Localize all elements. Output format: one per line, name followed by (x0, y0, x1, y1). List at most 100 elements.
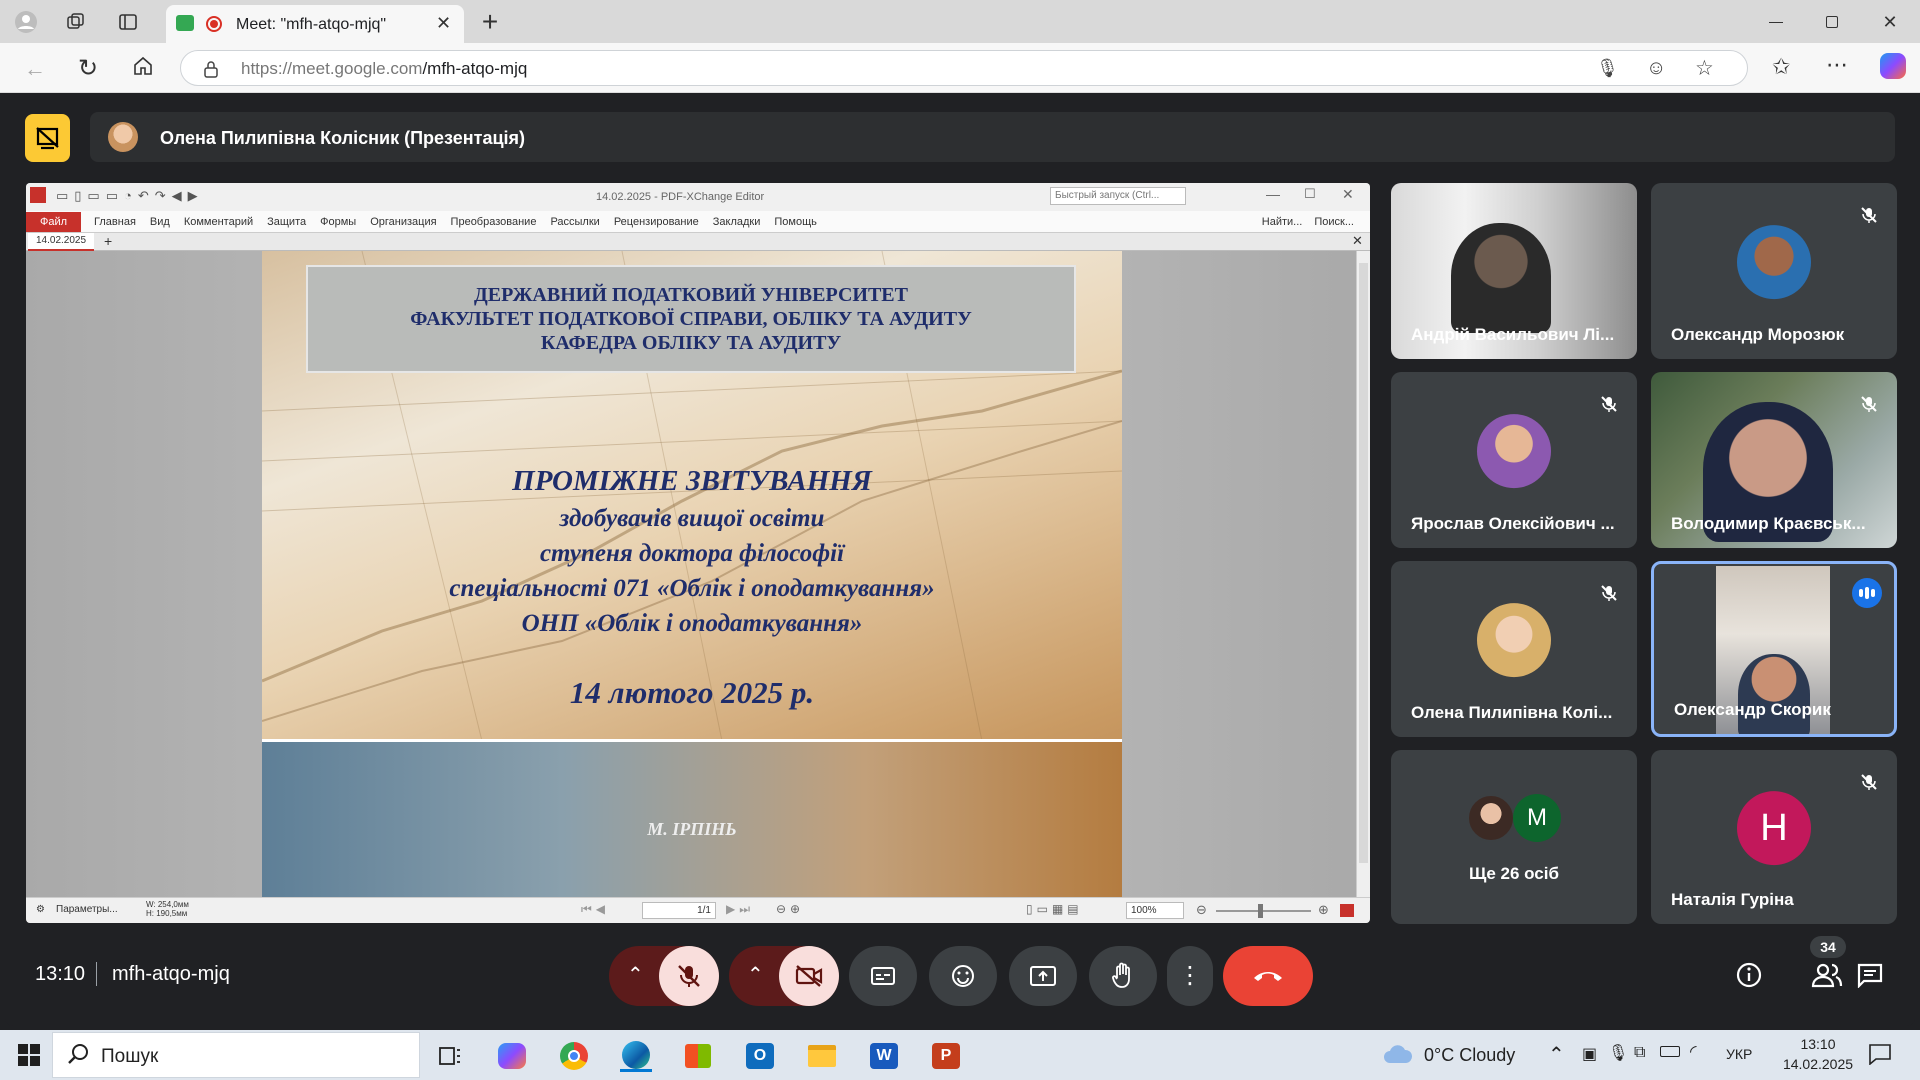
pdf-history-icon[interactable]: ⊖⊕ (776, 902, 804, 916)
pdf-new-tab-icon[interactable]: + (104, 233, 112, 249)
participant-tile[interactable]: Олена Пилипівна Колі... (1391, 561, 1637, 737)
pdf-menu-item[interactable]: Рассылки (543, 216, 606, 228)
task-view-icon[interactable] (434, 1040, 466, 1072)
windows-start-icon[interactable] (18, 1044, 40, 1071)
pdf-minimize-icon[interactable]: — (1266, 186, 1280, 202)
favorites-icon[interactable]: ✩ (1772, 54, 1790, 80)
outlook-icon[interactable]: O (744, 1040, 776, 1072)
pdf-quick-toolbar-icon[interactable]: ▭▯▭▭◔↶↷◀▶ (56, 188, 204, 204)
refresh-icon[interactable]: ↻ (78, 54, 98, 83)
file-explorer-icon[interactable] (806, 1040, 838, 1072)
input-language[interactable]: УКР (1726, 1046, 1752, 1062)
browser-tab-meet[interactable]: Meet: "mfh-atqo-mjq" ✕ (166, 5, 464, 43)
pdf-menu-item[interactable]: Закладки (706, 216, 768, 228)
pdf-params[interactable]: Параметры... (56, 904, 118, 915)
microphone-permission-icon[interactable]: 🎙 (1596, 58, 1619, 79)
pdf-menu-item[interactable]: Рецензирование (607, 216, 706, 228)
participant-tile[interactable]: Володимир Краєвськ... (1651, 372, 1897, 548)
minimize-icon[interactable] (1764, 10, 1788, 34)
camera-toggle-button[interactable] (779, 946, 839, 1006)
mic-toggle-button[interactable] (659, 946, 719, 1006)
url-bar[interactable]: https://meet.google.com/mfh-atqo-mjq 🎙 ☺… (180, 50, 1748, 86)
pdf-nav-next-last-icon[interactable]: ▶⏭ (726, 902, 754, 917)
pdf-menu-item[interactable]: Комментарий (177, 216, 260, 228)
back-icon[interactable]: ← (24, 56, 46, 82)
participant-tile[interactable]: Андрій Васильович Лі... (1391, 183, 1637, 359)
powerpoint-icon[interactable]: P (930, 1040, 962, 1072)
notification-icon[interactable] (1868, 1043, 1892, 1070)
word-icon[interactable]: W (868, 1040, 900, 1072)
store-icon[interactable] (682, 1040, 714, 1072)
more-menu-icon[interactable]: ⋯ (1826, 52, 1848, 78)
battery-icon[interactable] (1660, 1046, 1680, 1057)
vertical-tabs-icon[interactable] (116, 10, 140, 34)
pdf-zoom-thumb[interactable] (1258, 904, 1263, 918)
favorite-star-icon[interactable]: ☆ (1695, 56, 1714, 81)
pdf-menu-item[interactable]: Защита (260, 216, 313, 228)
pdf-search[interactable]: Поиск... (1308, 216, 1370, 228)
pdf-quick-launch[interactable]: Быстрый запуск (Ctrl... (1050, 187, 1186, 205)
pdf-menu-item[interactable]: Преобразование (444, 216, 544, 228)
camera-options-chevron-icon[interactable]: ⌃ (747, 962, 764, 987)
pdf-menu-item[interactable]: Файл (26, 211, 82, 232)
participant-tile[interactable]: Ярослав Олексійович ... (1391, 372, 1637, 548)
pdf-close-icon[interactable]: ✕ (1342, 186, 1354, 203)
pdf-find[interactable]: Найти... (1256, 216, 1309, 228)
profile-icon[interactable] (14, 10, 38, 34)
pdf-page-field[interactable]: 1/1 (642, 902, 716, 919)
meeting-info-icon[interactable] (1735, 961, 1763, 994)
site-info-icon[interactable] (203, 60, 219, 83)
present-screen-button[interactable] (1009, 946, 1077, 1006)
wifi-icon[interactable]: ◜ (1690, 1042, 1697, 1062)
pdf-export-icon[interactable] (1340, 904, 1354, 917)
pdf-nav-first-prev-icon[interactable]: ⏮◀ (581, 902, 609, 917)
leave-call-button[interactable] (1223, 946, 1313, 1006)
participant-tile-active[interactable]: Олександр Скорик (1651, 561, 1897, 737)
pdf-menu-item[interactable]: Вид (143, 216, 177, 228)
pdf-view-mode-icon[interactable]: ▯▭▦▤ (1026, 902, 1083, 916)
chat-icon[interactable] (1856, 962, 1884, 993)
restore-icon[interactable] (1820, 10, 1844, 34)
pdf-menu-item[interactable]: Главная (87, 216, 143, 228)
pdf-zoom-field[interactable]: 100% (1126, 902, 1184, 919)
screen-share-tray-icon[interactable]: ⧉ (1634, 1044, 1645, 1062)
pdf-close-doc-icon[interactable]: ✕ (1352, 233, 1363, 249)
stop-presenting-icon[interactable] (25, 114, 70, 162)
new-tab-icon[interactable]: + (478, 6, 502, 37)
meet-tray-icon[interactable]: ▣ (1582, 1044, 1597, 1064)
weather-text[interactable]: 0°C Cloudy (1424, 1045, 1515, 1066)
pdf-restore-icon[interactable]: ☐ (1304, 186, 1316, 202)
pdf-doc-tab[interactable]: 14.02.2025 (28, 233, 95, 251)
taskbar-clock[interactable]: 13:10 14.02.2025 (1780, 1034, 1856, 1074)
participant-tile[interactable]: Олександр Морозюк (1651, 183, 1897, 359)
participant-tile[interactable]: Н Наталія Гуріна (1651, 750, 1897, 924)
pdf-zoom-slider[interactable] (1216, 910, 1311, 912)
pdf-zoom-in-icon[interactable]: ⊕ (1318, 902, 1329, 918)
captions-button[interactable] (849, 946, 917, 1006)
pdf-scrollbar[interactable] (1356, 251, 1370, 897)
edge-icon[interactable] (620, 1040, 652, 1072)
close-tab-icon[interactable]: ✕ (436, 13, 451, 34)
mic-options-chevron-icon[interactable]: ⌃ (627, 962, 644, 987)
cloud-icon[interactable] (1382, 1043, 1414, 1070)
more-options-button[interactable]: ⋮ (1167, 946, 1213, 1006)
workspaces-icon[interactable] (64, 10, 88, 34)
raise-hand-button[interactable] (1089, 946, 1157, 1006)
close-window-icon[interactable]: ✕ (1878, 10, 1902, 34)
pdf-menu-item[interactable]: Организация (363, 216, 443, 228)
taskbar-search[interactable]: Пошук (52, 1032, 420, 1078)
participant-tile-others[interactable]: M Ще 26 осіб (1391, 750, 1637, 924)
chrome-icon[interactable] (558, 1040, 590, 1072)
pdf-zoom-out-icon[interactable]: ⊖ (1196, 902, 1207, 918)
read-aloud-icon[interactable]: ☺ (1646, 57, 1666, 80)
home-icon[interactable] (132, 55, 154, 82)
microphone-tray-icon[interactable]: 🎙 (1608, 1043, 1628, 1063)
reactions-button[interactable] (929, 946, 997, 1006)
pdf-menu-item[interactable]: Помощь (767, 216, 824, 228)
pdf-menu-item[interactable]: Формы (313, 216, 363, 228)
copilot-taskbar-icon[interactable] (496, 1040, 528, 1072)
copilot-icon[interactable] (1880, 53, 1906, 79)
pdf-settings-icon[interactable]: ⚙ (36, 904, 45, 915)
people-icon[interactable] (1811, 962, 1843, 993)
tray-chevron-icon[interactable]: ⌃ (1548, 1042, 1565, 1067)
